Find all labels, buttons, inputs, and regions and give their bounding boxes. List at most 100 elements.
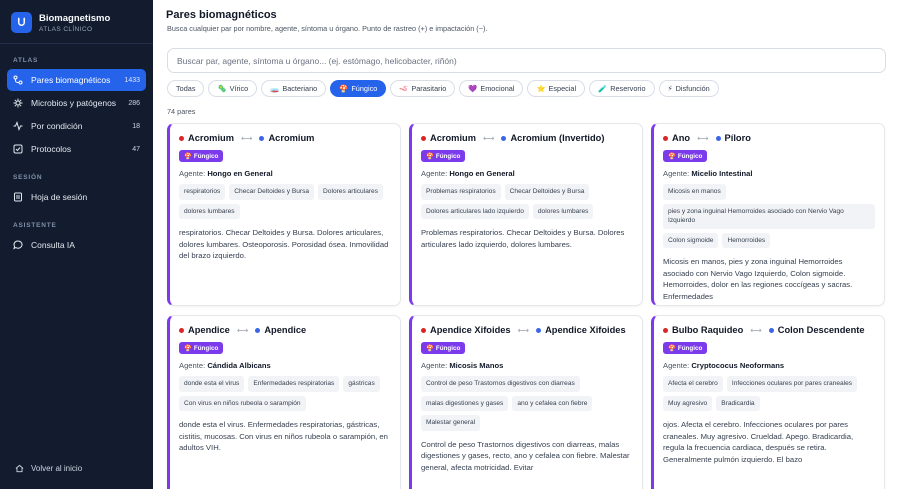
checklist-icon: [13, 144, 23, 154]
agent-prefix: Agente:: [421, 361, 448, 370]
sidebar-item-hoja-sesion[interactable]: Hoja de sesión: [7, 186, 146, 208]
lightning-icon: ⚡: [667, 84, 673, 93]
microbe-icon: [13, 98, 23, 108]
point-a: Bulbo Raquideo: [672, 325, 744, 335]
pair-description: Problemas respiratorios. Checar Deltoide…: [421, 228, 625, 249]
symptom-tag: Dolores articulares lado izquierdo: [421, 203, 529, 220]
filter-chip-label: Disfunción: [675, 84, 710, 93]
back-home-link[interactable]: Volver al inicio: [0, 463, 153, 489]
filter-chips: Todas 🦠 Vírico 🧫 Bacteriano 🍄 Fúngico 🪱 Para…: [167, 80, 886, 97]
pair-card[interactable]: Apendice Xifoides ⟷ Apendice Xifoides 🍄 F…: [409, 315, 643, 489]
search-box: [167, 48, 886, 73]
filter-chip-reservorio[interactable]: 🧪 Reservorio: [589, 80, 655, 97]
symptom-tag: Problemas respiratorios: [421, 184, 501, 200]
pair-card[interactable]: Acromium ⟷ Acromium (Invertido) 🍄 Fúngico…: [409, 123, 643, 306]
pair-description: donde esta el virus. Enfermedades respir…: [179, 420, 388, 453]
filter-chip-label: Vírico: [229, 84, 249, 93]
sidebar-item-consulta-ia[interactable]: Consulta IA: [7, 234, 146, 256]
search-input[interactable]: [177, 55, 876, 66]
sidebar-item-count: 18: [132, 122, 140, 130]
agent-line: Agente: Cryptococus Neoformans: [663, 361, 875, 370]
star-icon: ⭐: [536, 84, 546, 93]
agent-name: Cándida Albicans: [207, 361, 271, 370]
positive-point-dot: [179, 327, 184, 333]
symptom-tag: Control de peso Trastornos digestivos co…: [421, 376, 580, 392]
sidebar-item-label: Consulta IA: [31, 240, 75, 250]
filter-chip-virico[interactable]: 🦠 Vírico: [208, 80, 258, 97]
fungus-icon: 🍄: [668, 153, 676, 160]
arrow-icon: ⟷: [697, 133, 709, 143]
point-a: Apendice: [188, 325, 230, 335]
filter-chip-bacteriano[interactable]: 🧫 Bacteriano: [261, 80, 327, 97]
pair-card[interactable]: Ano ⟷ Píloro 🍄 Fúngico Agente: Micelio In…: [651, 123, 885, 306]
pair-title: Apendice Xifoides ⟷ Apendice Xifoides: [421, 325, 633, 335]
filter-chip-todas[interactable]: Todas: [167, 80, 205, 97]
point-b: Apendice: [264, 325, 307, 335]
positive-point-dot: [179, 135, 184, 141]
negative-point-dot: [259, 135, 265, 141]
filter-chip-label: Reservorio: [610, 84, 646, 93]
pair-card[interactable]: Acromium ⟷ Acromium 🍄 Fúngico Agente: Hon…: [167, 123, 401, 306]
agent-line: Agente: Hongo en General: [421, 169, 633, 178]
section-label-asistente: ASISTENTE: [13, 222, 57, 229]
pair-description: respiratorios. Checar Deltoides y Bursa.…: [179, 228, 389, 261]
brand-subtitle: ATLAS CLÍNICO: [39, 25, 93, 33]
negative-point-dot: [501, 135, 507, 141]
symptom-tag: Colon sigmoide: [663, 232, 719, 249]
symptom-tag: ano y cefalea con fiebre: [512, 395, 593, 412]
filter-chip-fungico[interactable]: 🍄 Fúngico: [330, 80, 387, 97]
agent-prefix: Agente:: [421, 169, 448, 178]
filter-chip-parasitario[interactable]: 🪱 Parasitario: [390, 80, 456, 97]
sidebar-item-protocolos[interactable]: Protocolos 47: [7, 138, 146, 160]
sidebar-item-count: 286: [128, 99, 140, 107]
arrow-icon: ⟷: [482, 133, 495, 143]
category-badge: 🍄 Fúngico: [179, 150, 224, 162]
point-b: Apendice Xifoides: [545, 325, 626, 335]
symptom-tag: Bradicardia: [716, 395, 760, 412]
symptom-tag: respiratorios: [179, 184, 226, 200]
sidebar-item-condicion[interactable]: Por condición 18: [7, 115, 146, 137]
sidebar-item-count: 1433: [124, 76, 140, 84]
point-b: Acromium (Invertido): [510, 133, 605, 143]
symptom-tag: Checar Deltoides y Bursa: [229, 184, 315, 200]
sidebar-item-pares[interactable]: Pares biomagnéticos 1433: [7, 69, 146, 91]
arrow-icon: ⟷: [240, 133, 253, 143]
sidebar: Biomagnetismo ATLAS CLÍNICO ATLAS Pares …: [0, 0, 153, 489]
agent-name: Micelio Intestinal: [691, 169, 753, 178]
pair-title: Acromium ⟷ Acromium: [179, 133, 391, 143]
back-home-label: Volver al inicio: [31, 463, 83, 473]
negative-point-dot: [536, 327, 542, 333]
fungus-icon: 🍄: [426, 153, 434, 160]
pair-title: Bulbo Raquideo ⟷ Colon Descendente: [663, 325, 875, 335]
test-tube-icon: 🧪: [598, 84, 608, 93]
section-label-sesion: SESIÓN: [13, 174, 43, 181]
agent-line: Agente: Cándida Albicans: [179, 361, 391, 370]
symptom-tag: malas digestiones y gases: [421, 395, 509, 412]
symptom-tag: Micosis en manos: [663, 184, 726, 200]
sidebar-item-microbios[interactable]: Microbios y patógenos 286: [7, 92, 146, 114]
pair-card[interactable]: Bulbo Raquideo ⟷ Colon Descendente 🍄 Fúng…: [651, 315, 885, 489]
filter-chip-label: Especial: [548, 84, 577, 93]
page-title: Pares biomagnéticos: [166, 9, 277, 21]
fungus-icon: 🍄: [668, 345, 676, 352]
arrow-icon: ⟷: [517, 325, 530, 335]
point-b: Acromium: [268, 133, 315, 143]
filter-chip-disfuncion[interactable]: ⚡ Disfunción: [658, 80, 719, 97]
magnet-icon: [13, 75, 23, 85]
filter-chip-especial[interactable]: ⭐ Especial: [527, 80, 586, 97]
bacteria-icon: 🧫: [270, 84, 280, 93]
filter-chip-emocional[interactable]: 💜 Emocional: [459, 80, 524, 97]
positive-point-dot: [421, 135, 426, 141]
category-badge-label: Fúngico: [677, 344, 703, 352]
symptom-tag: pies y zona inguinal Hemorroides asociad…: [663, 203, 875, 229]
agent-prefix: Agente:: [179, 361, 206, 370]
fungus-icon: 🍄: [184, 345, 192, 352]
sidebar-item-label: Por condición: [31, 121, 83, 131]
pair-description: ojos. Afecta el cerebro. Infecciones ocu…: [663, 420, 854, 464]
brand[interactable]: Biomagnetismo ATLAS CLÍNICO: [0, 0, 153, 44]
pair-card[interactable]: Apendice ⟷ Apendice 🍄 Fúngico Agente: Cán…: [167, 315, 401, 489]
symptom-tag: Malestar general: [421, 415, 481, 431]
sidebar-item-count: 47: [132, 145, 140, 153]
category-badge: 🍄 Fúngico: [179, 342, 224, 354]
page-subtitle: Busca cualquier par por nombre, agente, …: [167, 24, 488, 33]
